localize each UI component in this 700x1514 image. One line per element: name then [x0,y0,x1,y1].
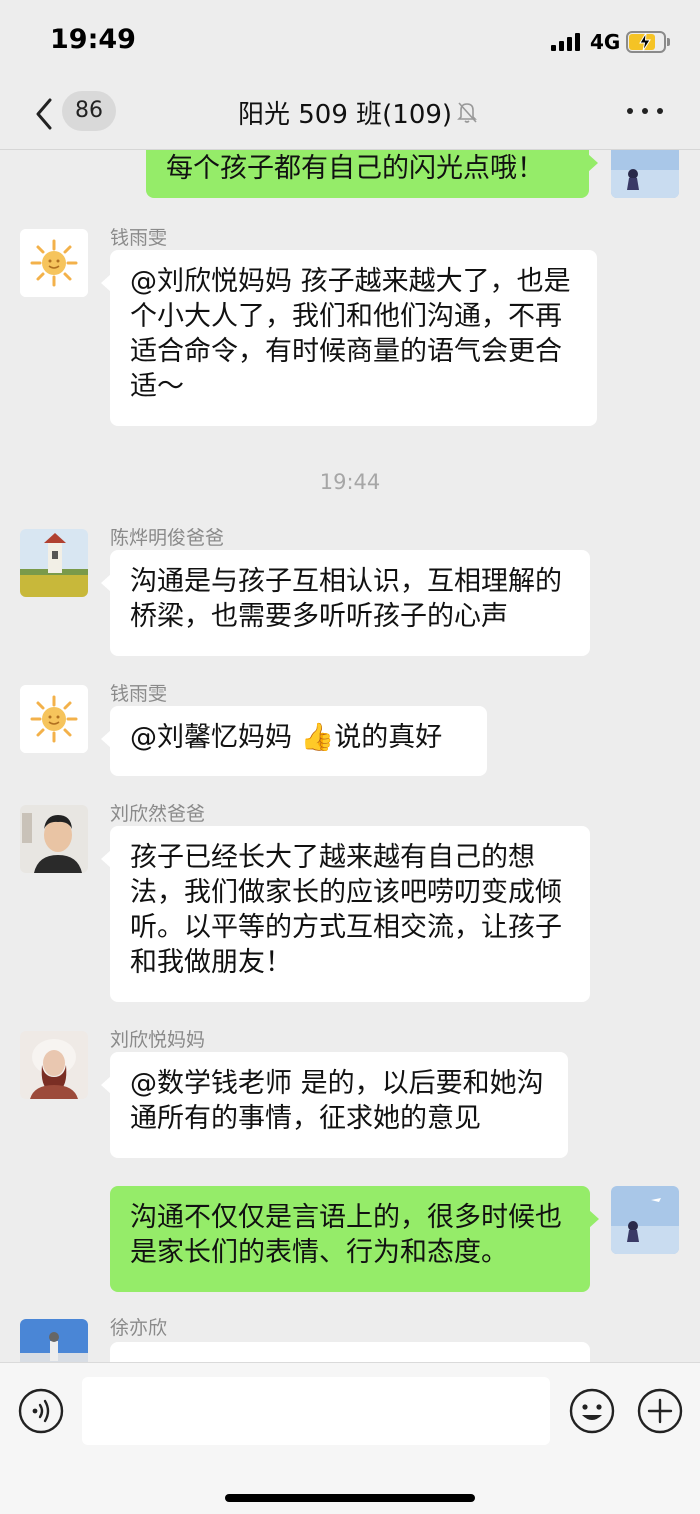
sender-name: 钱雨雯 [110,227,168,249]
more-icon[interactable] [627,104,663,118]
sender-avatar[interactable] [20,1031,88,1099]
sender-avatar[interactable] [20,805,88,873]
battery-charging-icon [626,31,670,53]
message-bubble[interactable]: @刘欣悦妈妈 孩子越来越大了，也是个小大人了，我们和他们沟通，不再适合命令，有时… [101,250,597,426]
message-bubble[interactable]: @数学钱老师 是的，以后要和她沟通所有的事情，征求她的意见 [101,1052,568,1158]
message-incoming: 徐亦欣 [0,1312,700,1362]
back-icon[interactable] [30,94,60,134]
message-incoming: 钱雨雯 @刘欣悦妈妈 孩子越来越大了，也是个小大人了，我们和他们沟通，不再适合命… [0,220,700,430]
home-indicator [225,1494,475,1502]
sender-name: 刘欣然爸爸 [110,803,206,825]
voice-icon[interactable] [18,1388,64,1434]
message-text: @刘馨忆妈妈 👍说的真好 [130,722,443,753]
signal-icon [551,33,581,51]
message-bubble[interactable]: 每个孩子都有自己的闪光点哦！ [146,150,598,198]
sender-name: 徐亦欣 [110,1317,168,1339]
chat-title-group: 阳光 509 班(109) [238,92,478,132]
input-bar [0,1362,700,1514]
message-outgoing: 沟通不仅仅是言语上的，很多时候也是家长们的表情、行为和态度。 [0,1186,700,1296]
message-bubble[interactable]: @刘馨忆妈妈 👍说的真好 [101,706,487,776]
sender-avatar[interactable] [20,529,88,597]
message-text: 孩子已经长大了越来越有自己的想法，我们做家长的应该吧唠叨变成倾听。以平等的方式互… [130,842,562,978]
unread-count-badge[interactable]: 86 [62,91,116,131]
plus-icon[interactable] [637,1388,683,1434]
sender-name: 陈烨明俊爸爸 [110,527,225,549]
message-bubble[interactable]: 孩子已经长大了越来越有自己的想法，我们做家长的应该吧唠叨变成倾听。以平等的方式互… [101,826,590,1002]
message-outgoing: 每个孩子都有自己的闪光点哦！ [0,150,700,210]
sender-name: 刘欣悦妈妈 [110,1029,206,1051]
chat-header: 86 阳光 509 班(109) [0,80,700,150]
message-bubble[interactable]: 沟通不仅仅是言语上的，很多时候也是家长们的表情、行为和态度。 [110,1186,599,1292]
time-separator: 19:44 [319,470,381,494]
message-incoming: 刘欣然爸爸 孩子已经长大了越来越有自己的想法，我们做家长的应该吧唠叨变成倾听。以… [0,798,700,1008]
sender-avatar[interactable] [20,685,88,753]
sender-avatar[interactable] [20,229,88,297]
my-avatar[interactable] [611,150,679,198]
message-text: 沟通是与孩子互相认识，互相理解的桥梁，也需要多听听孩子的心声 [130,566,562,632]
emoji-icon[interactable] [569,1388,615,1434]
message-text: @刘欣悦妈妈 孩子越来越大了，也是个小大人了，我们和他们沟通，不再适合命令，有时… [130,266,571,402]
my-avatar[interactable] [611,1186,679,1254]
mute-bell-icon [457,102,478,123]
status-bar: 19:49 4G [0,0,700,80]
message-incoming: 刘欣悦妈妈 @数学钱老师 是的，以后要和她沟通所有的事情，征求她的意见 [0,1024,700,1164]
chat-title: 阳光 509 班(109) [238,99,453,130]
message-incoming: 陈烨明俊爸爸 沟通是与孩子互相认识，互相理解的桥梁，也需要多听听孩子的心声 [0,522,700,662]
message-text: 每个孩子都有自己的闪光点哦！ [166,153,544,184]
status-time: 19:49 [50,24,136,55]
message-bubble[interactable]: 沟通是与孩子互相认识，互相理解的桥梁，也需要多听听孩子的心声 [101,550,590,656]
message-incoming: 钱雨雯 @刘馨忆妈妈 👍说的真好 [0,678,700,778]
sender-avatar[interactable] [20,1319,88,1362]
message-input[interactable] [82,1377,550,1445]
message-text: 沟通不仅仅是言语上的，很多时候也是家长们的表情、行为和态度。 [130,1202,562,1268]
message-list[interactable]: 每个孩子都有自己的闪光点哦！ 钱雨雯 @刘欣悦妈妈 孩子越来越大了，也是个小大人… [0,150,700,1362]
network-type: 4G [590,30,621,54]
sender-name: 钱雨雯 [110,683,168,705]
message-bubble[interactable] [110,1342,590,1362]
message-text: @数学钱老师 是的，以后要和她沟通所有的事情，征求她的意见 [130,1068,544,1134]
